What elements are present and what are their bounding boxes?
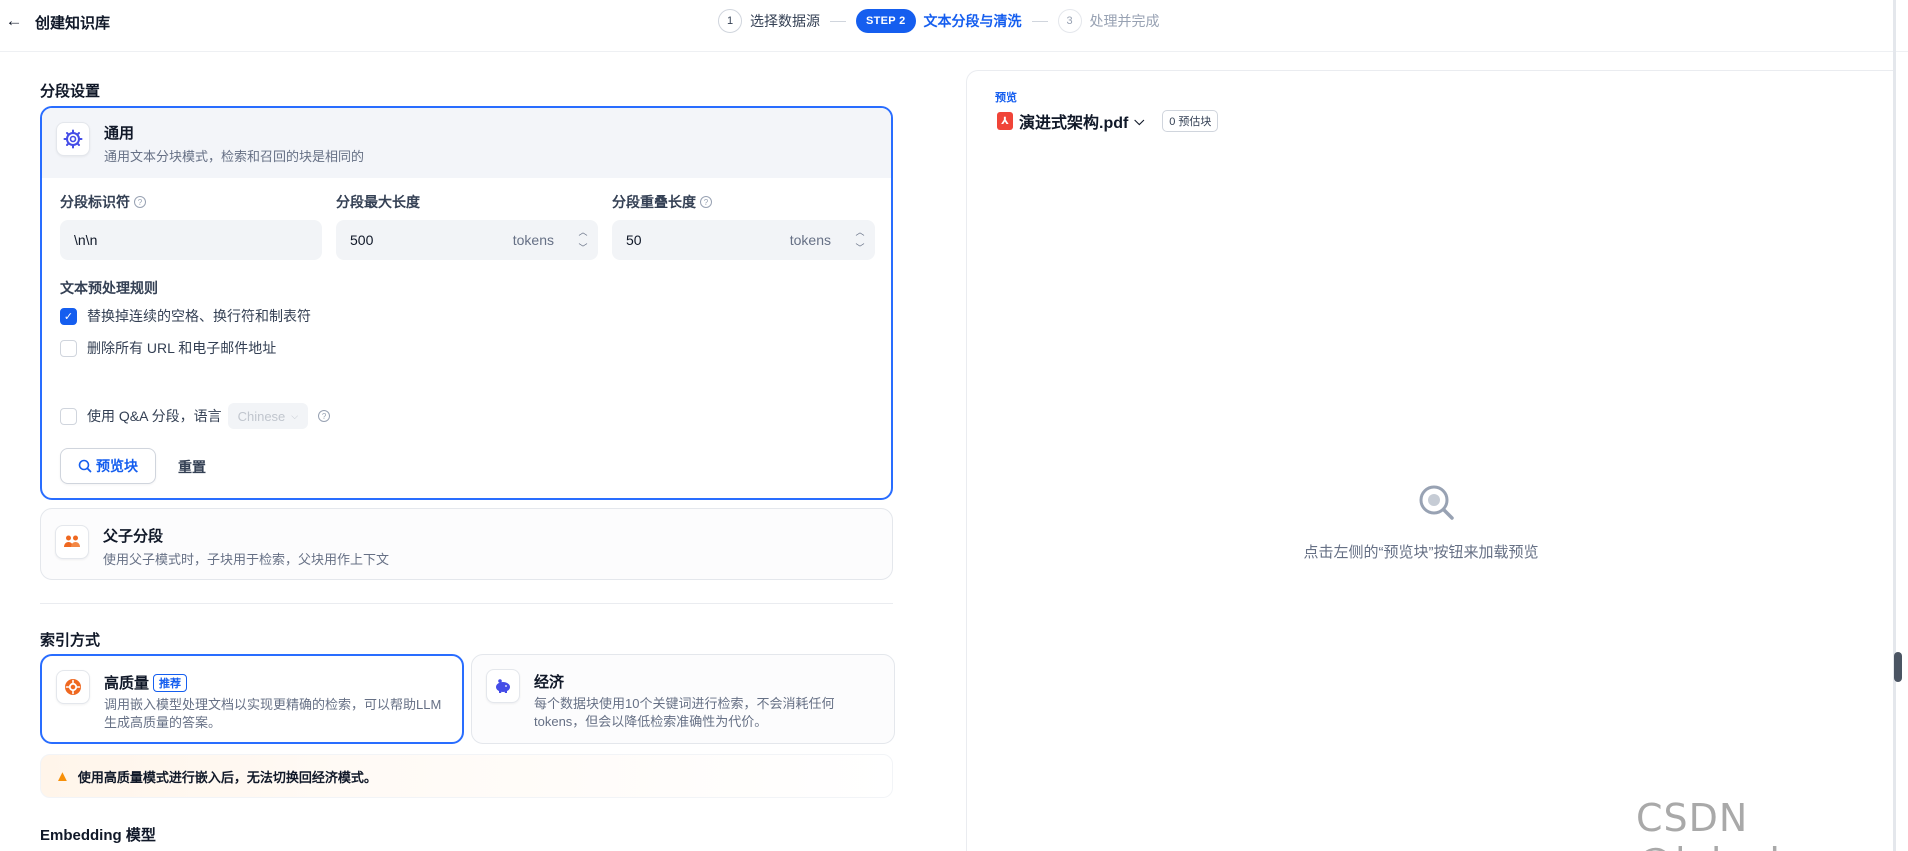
page-title: 创建知识库 — [35, 15, 111, 32]
file-selector[interactable]: ⅄ 演进式架构.pdf ⌵ 0 预估块 — [997, 109, 1219, 133]
embedding-section-title: Embedding 模型 — [40, 827, 156, 844]
search-icon — [78, 459, 92, 473]
max-length-input[interactable]: 500 tokens ︿ ﹀ — [336, 220, 598, 260]
parent-child-mode-card[interactable]: 父子分段 使用父子模式时，子块用于检索，父块用作上下文 — [40, 508, 893, 580]
star-icon — [56, 670, 90, 704]
high-quality-title-row: 高质量 推荐 — [104, 672, 188, 693]
warning-icon: ▲ — [55, 767, 70, 785]
qa-segment-option[interactable]: 使用 Q&A 分段，语言 Chinese ⌵ ? — [60, 403, 331, 429]
recommended-badge: 推荐 — [153, 673, 188, 692]
economy-desc: 每个数据块使用10个关键词进行检索，不会消耗任何 tokens，但会以降低检索准… — [534, 696, 835, 729]
chevron-up-icon[interactable]: ︿ — [855, 226, 864, 238]
general-mode-title: 通用 — [104, 125, 135, 142]
gear-icon — [56, 122, 90, 156]
overlap-unit: tokens — [789, 232, 831, 248]
language-select[interactable]: Chinese ⌵ — [227, 403, 309, 429]
economy-option[interactable]: 经济 每个数据块使用10个关键词进行检索，不会消耗任何 tokens，但会以降低… — [471, 654, 895, 744]
step-3: 3 处理并完成 — [1057, 9, 1160, 33]
segment-section-title: 分段设置 — [40, 83, 101, 100]
high-quality-option[interactable]: 高质量 推荐 调用嵌入模型处理文档以实现更精确的检索，可以帮助LLM生成高质量的… — [40, 654, 464, 744]
help-icon[interactable]: ? — [318, 410, 331, 422]
overlap-label: 分段重叠长度 ? — [612, 192, 712, 212]
rule-replace-spaces[interactable]: ✓ 替换掉连续的空格、换行符和制表符 — [60, 306, 311, 326]
preview-empty-text: 点击左侧的“预览块”按钮来加载预览 — [1303, 544, 1539, 561]
economy-title: 经济 — [534, 674, 565, 691]
rule-remove-urls[interactable]: 删除所有 URL 和电子邮件地址 — [60, 338, 276, 358]
help-icon[interactable]: ? — [700, 196, 712, 208]
rules-title: 文本预处理规则 — [60, 280, 158, 296]
max-length-stepper[interactable]: ︿ ﹀ — [576, 226, 590, 254]
people-icon — [55, 525, 89, 559]
help-icon[interactable]: ? — [134, 196, 146, 208]
overlap-value: 50 — [626, 232, 642, 248]
step-2-badge: STEP 2 — [856, 9, 916, 33]
general-mode-card[interactable]: 通用 通用文本分块模式，检索和召回的块是相同的 分段标识符 ? \n\n 分段最… — [40, 106, 893, 500]
overlap-stepper[interactable]: ︿ ﹀ — [853, 226, 867, 254]
parent-child-title: 父子分段 — [103, 528, 164, 545]
chevron-up-icon[interactable]: ︿ — [578, 226, 587, 238]
pdf-icon: ⅄ — [997, 112, 1013, 130]
piggy-bank-icon — [486, 669, 520, 703]
economy-title-row: 经济 — [534, 671, 564, 692]
high-quality-desc: 调用嵌入模型处理文档以实现更精确的检索，可以帮助LLM生成高质量的答案。 — [104, 697, 442, 730]
rule-replace-spaces-label: 替换掉连续的空格、换行符和制表符 — [87, 308, 311, 324]
chevron-down-icon: ⌵ — [291, 410, 299, 421]
chunk-count-badge: 0 预估块 — [1162, 110, 1219, 132]
stepper: 1 选择数据源 STEP 2 文本分段与清洗 3 处理并完成 — [718, 9, 1160, 33]
overlap-label-text: 分段重叠长度 — [612, 194, 696, 210]
parent-child-desc: 使用父子模式时，子块用于检索，父块用作上下文 — [103, 552, 390, 567]
chevron-down-icon[interactable]: ⌵ — [1134, 113, 1144, 129]
chevron-down-icon[interactable]: ﹀ — [855, 242, 864, 254]
top-bar: ← 创建知识库 1 选择数据源 STEP 2 文本分段与清洗 3 处理并完成 — [0, 0, 1908, 52]
watermark: CSDN @leluckys — [1636, 796, 1834, 851]
step-1-label: 选择数据源 — [750, 13, 820, 29]
arrow-left-icon[interactable]: ← — [4, 11, 24, 31]
identifier-label: 分段标识符 ? — [60, 192, 146, 212]
checkbox-unchecked[interactable] — [60, 407, 77, 425]
scrollbar-track[interactable] — [1893, 0, 1896, 851]
max-length-value: 500 — [350, 232, 374, 248]
step-2-label: 文本分段与清洗 — [923, 13, 1022, 29]
step-3-label: 处理并完成 — [1089, 13, 1160, 29]
general-mode-desc: 通用文本分块模式，检索和召回的块是相同的 — [104, 149, 365, 164]
step-separator — [830, 20, 846, 22]
qa-segment-label: 使用 Q&A 分段，语言 — [87, 408, 222, 424]
language-value: Chinese — [237, 408, 286, 424]
preview-chunks-label: 预览块 — [96, 458, 138, 474]
max-length-label: 分段最大长度 — [336, 194, 420, 210]
search-preview-icon — [1419, 485, 1454, 520]
step-1: 1 选择数据源 — [718, 9, 820, 33]
step-1-number: 1 — [718, 9, 742, 33]
chevron-down-icon[interactable]: ﹀ — [578, 242, 587, 254]
checkbox-unchecked[interactable] — [60, 339, 77, 357]
checkbox-checked[interactable]: ✓ — [60, 307, 77, 325]
general-mode-header[interactable]: 通用 通用文本分块模式，检索和召回的块是相同的 — [42, 108, 891, 178]
rule-remove-urls-label: 删除所有 URL 和电子邮件地址 — [87, 340, 277, 356]
step-3-number: 3 — [1057, 9, 1082, 33]
preview-chunks-button[interactable]: 预览块 — [60, 448, 156, 484]
identifier-value: \n\n — [74, 232, 98, 248]
high-quality-title: 高质量 — [104, 675, 150, 692]
step-separator — [1031, 20, 1048, 22]
step-2: STEP 2 文本分段与清洗 — [856, 9, 1022, 33]
max-length-unit: tokens — [512, 232, 554, 248]
scrollbar-thumb[interactable] — [1894, 652, 1902, 682]
index-section-title: 索引方式 — [40, 632, 101, 649]
file-name: 演进式架构.pdf — [1019, 115, 1129, 132]
section-divider — [40, 603, 893, 604]
preview-label: 预览 — [995, 92, 1017, 104]
reset-button[interactable]: 重置 — [178, 457, 206, 477]
overlap-input[interactable]: 50 tokens ︿ ﹀ — [612, 220, 875, 260]
identifier-input[interactable]: \n\n — [60, 220, 322, 260]
identifier-label-text: 分段标识符 — [60, 194, 130, 210]
warning-banner: ▲ 使用高质量模式进行嵌入后，无法切换回经济模式。 — [40, 754, 893, 798]
warning-text: 使用高质量模式进行嵌入后，无法切换回经济模式。 — [77, 769, 377, 785]
preview-panel: 预览 ⅄ 演进式架构.pdf ⌵ 0 预估块 点击左侧的“预览块”按钮来加载预览 — [966, 70, 1896, 851]
